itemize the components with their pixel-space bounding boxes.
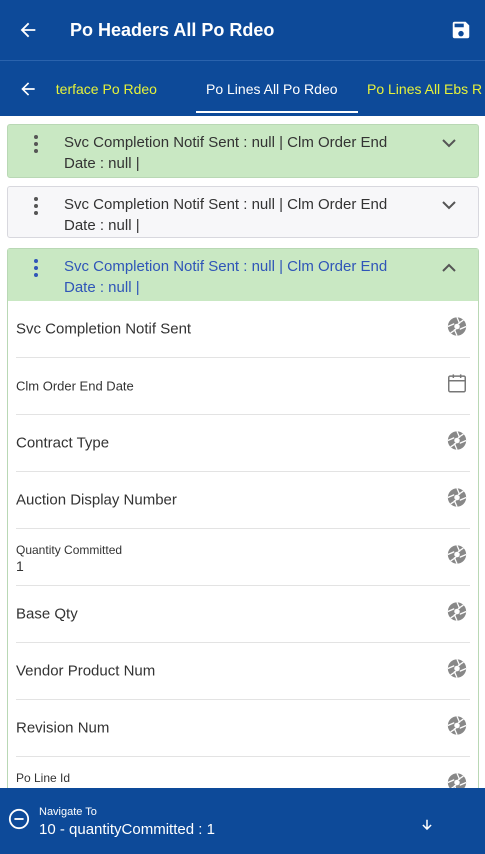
aperture-icon[interactable] (446, 772, 468, 788)
field-svc-completion-notif-sent[interactable]: Svc Completion Notif Sent (16, 301, 470, 358)
record-list: Svc Completion Notif Sent : null | Clm O… (0, 116, 485, 788)
navigate-label: Navigate To (39, 806, 97, 818)
tab-bar: nterface Po Rdeo Po Lines All Po Rdeo Po… (0, 60, 485, 116)
app-bar: Po Headers All Po Rdeo (0, 0, 485, 60)
expand-button[interactable] (420, 187, 478, 210)
field-label: Auction Display Number (16, 491, 177, 509)
field-po-line-id[interactable]: Po Line Id 201793 (16, 757, 470, 788)
record-card[interactable]: Svc Completion Notif Sent : null | Clm O… (7, 186, 479, 238)
field-label: Vendor Product Num (16, 662, 156, 680)
field-value: 1 (16, 558, 24, 574)
more-vertical-icon (34, 259, 38, 277)
field-base-qty[interactable]: Base Qty (16, 586, 470, 643)
field-auction-display-number[interactable]: Auction Display Number (16, 472, 470, 529)
more-vertical-icon (34, 197, 38, 215)
save-icon (452, 21, 470, 39)
arrow-left-icon (21, 81, 35, 96)
record-summary: Svc Completion Notif Sent : null | Clm O… (64, 258, 388, 296)
field-revision-num[interactable]: Revision Num (16, 700, 470, 757)
app-screen: Po Headers All Po Rdeo nterface Po Rdeo … (0, 0, 485, 854)
field-clm-order-end-date[interactable]: Clm Order End Date (16, 358, 470, 415)
save-button[interactable] (441, 0, 481, 60)
tab-po-lines-all-po-rdeo[interactable]: Po Lines All Po Rdeo (196, 61, 358, 116)
more-options-button[interactable] (8, 249, 64, 278)
tab-po-lines-all-ebs[interactable]: Po Lines All Ebs R (367, 61, 483, 116)
more-options-button[interactable] (8, 125, 64, 154)
aperture-icon[interactable] (446, 430, 468, 457)
more-vertical-icon (34, 135, 38, 153)
aperture-icon[interactable] (446, 316, 468, 343)
field-label: Revision Num (16, 719, 110, 737)
page-title: Po Headers All Po Rdeo (70, 19, 275, 40)
arrow-down-icon[interactable] (420, 818, 434, 837)
arrow-left-icon (20, 22, 36, 38)
tab-back-button[interactable] (0, 61, 56, 116)
record-card[interactable]: Svc Completion Notif Sent : null | Clm O… (7, 124, 479, 178)
aperture-icon[interactable] (446, 487, 468, 514)
aperture-icon[interactable] (446, 715, 468, 742)
field-label: Quantity Committed (16, 543, 123, 557)
field-label: Base Qty (16, 605, 78, 623)
chevron-down-icon (442, 139, 456, 148)
field-label: Svc Completion Notif Sent (16, 320, 192, 338)
aperture-icon[interactable] (446, 658, 468, 685)
minus-circle-icon[interactable] (8, 808, 30, 835)
expand-button[interactable] (420, 125, 478, 148)
aperture-icon[interactable] (446, 601, 468, 628)
tab-active-indicator (196, 110, 358, 113)
field-label: Contract Type (16, 434, 110, 452)
field-contract-type[interactable]: Contract Type (16, 415, 470, 472)
field-label: Clm Order End Date (16, 378, 134, 394)
record-summary: Svc Completion Notif Sent : null | Clm O… (64, 196, 388, 234)
navigate-bar[interactable]: Navigate To 10 - quantityCommitted : 1 (0, 788, 485, 854)
chevron-up-icon (442, 263, 456, 272)
record-card-expanded[interactable]: Svc Completion Notif Sent : null | Clm O… (7, 248, 479, 788)
tab-label: Po Lines All Po Rdeo (206, 80, 338, 97)
tabs-scroller: nterface Po Rdeo Po Lines All Po Rdeo Po… (56, 61, 485, 116)
record-summary: Svc Completion Notif Sent : null | Clm O… (64, 134, 388, 172)
tab-label: nterface Po Rdeo (56, 80, 157, 97)
field-quantity-committed[interactable]: Quantity Committed 1 (16, 529, 470, 586)
collapse-button[interactable] (420, 249, 478, 272)
field-vendor-product-num[interactable]: Vendor Product Num (16, 643, 470, 700)
tab-interface-po-rdeo[interactable]: nterface Po Rdeo (56, 61, 157, 116)
more-options-button[interactable] (8, 187, 64, 216)
field-label: Po Line Id (16, 771, 71, 785)
navigate-value: 10 - quantityCommitted : 1 (39, 821, 215, 838)
aperture-icon[interactable] (446, 544, 468, 571)
back-button[interactable] (0, 0, 56, 60)
tab-label: Po Lines All Ebs R (367, 80, 483, 97)
calendar-icon[interactable] (446, 373, 468, 400)
chevron-down-icon (442, 201, 456, 210)
